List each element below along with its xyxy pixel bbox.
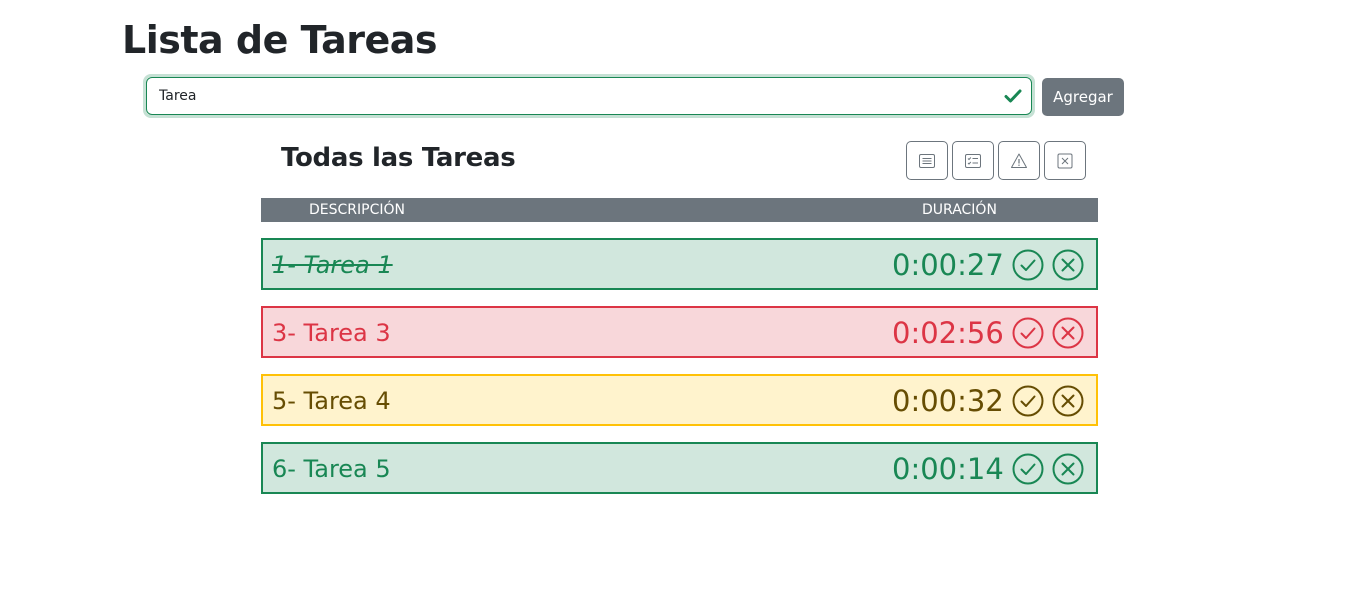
warning-icon — [1011, 153, 1027, 168]
delete-task-button[interactable] — [1052, 249, 1084, 281]
task-row: 6- Tarea 5 0:00:14 — [261, 442, 1098, 494]
check-circle-icon — [1012, 317, 1044, 349]
task-duration: 0:00:32 — [892, 384, 1004, 418]
task-label: 1- Tarea 1 — [272, 251, 393, 279]
filter-cancelled-button[interactable] — [1044, 141, 1086, 180]
x-circle-icon — [1052, 249, 1084, 281]
task-label: 3- Tarea 3 — [272, 319, 391, 347]
task-duration: 0:00:27 — [892, 248, 1004, 282]
x-square-icon — [1057, 153, 1073, 168]
task-row: 5- Tarea 4 0:00:32 — [261, 374, 1098, 426]
task-input-wrapper — [143, 74, 1035, 118]
complete-task-button[interactable] — [1012, 453, 1044, 485]
check-circle-icon — [1012, 453, 1044, 485]
check-circle-icon — [1012, 249, 1044, 281]
duration-column-header: DURACIÓN — [922, 202, 997, 218]
description-column-header: DESCRIPCIÓN — [309, 202, 405, 218]
task-label: 5- Tarea 4 — [272, 387, 391, 415]
x-circle-icon — [1052, 317, 1084, 349]
task-row: 3- Tarea 3 0:02:56 — [261, 306, 1098, 358]
complete-task-button[interactable] — [1012, 385, 1044, 417]
checklist-icon — [965, 153, 981, 168]
filter-all-button[interactable] — [906, 141, 948, 180]
filter-toolbar — [906, 141, 1090, 180]
section-title: Todas las Tareas — [281, 143, 516, 173]
task-row: 1- Tarea 1 0:00:27 — [261, 238, 1098, 290]
check-valid-icon — [1004, 89, 1022, 103]
x-circle-icon — [1052, 453, 1084, 485]
delete-task-button[interactable] — [1052, 453, 1084, 485]
task-input[interactable] — [146, 77, 1032, 115]
filter-overdue-button[interactable] — [998, 141, 1040, 180]
x-circle-icon — [1052, 385, 1084, 417]
task-duration: 0:02:56 — [892, 316, 1004, 350]
page-title: Lista de Tareas — [122, 18, 438, 62]
delete-task-button[interactable] — [1052, 385, 1084, 417]
list-icon — [919, 153, 935, 168]
add-button[interactable]: Agregar — [1042, 78, 1124, 116]
complete-task-button[interactable] — [1012, 317, 1044, 349]
table-header: DESCRIPCIÓN DURACIÓN — [261, 198, 1098, 222]
task-duration: 0:00:14 — [892, 452, 1004, 486]
task-label: 6- Tarea 5 — [272, 455, 391, 483]
check-circle-icon — [1012, 385, 1044, 417]
delete-task-button[interactable] — [1052, 317, 1084, 349]
complete-task-button[interactable] — [1012, 249, 1044, 281]
filter-completed-button[interactable] — [952, 141, 994, 180]
